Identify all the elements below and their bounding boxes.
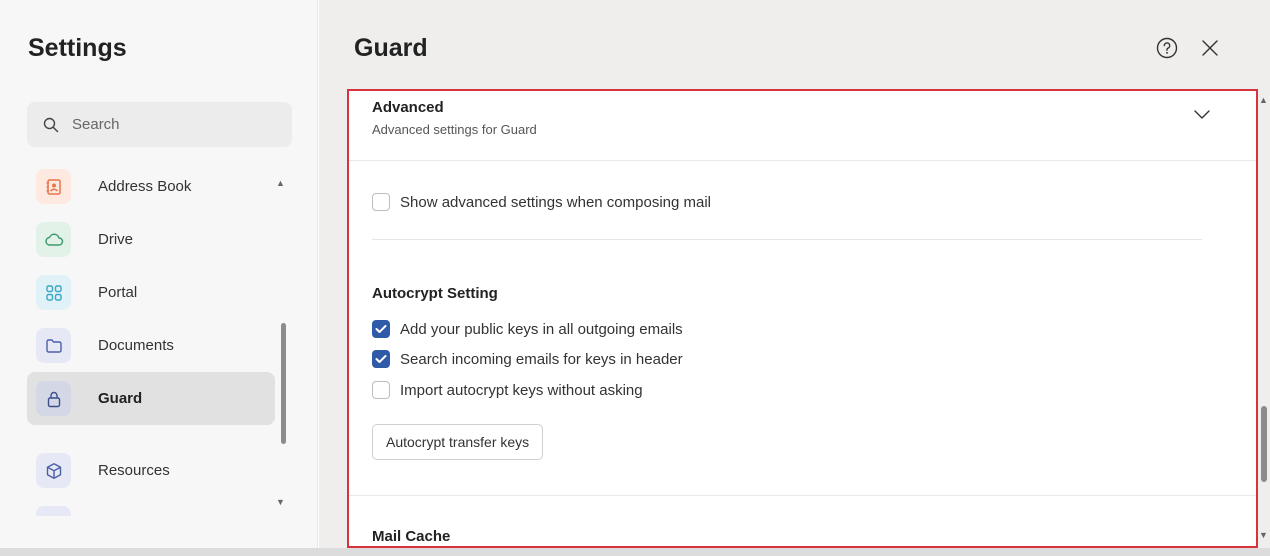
background-window-strip <box>0 548 1270 556</box>
import-autocrypt-keys-checkbox-row[interactable]: Import autocrypt keys without asking <box>372 381 643 399</box>
sidebar-item-label: Address Book <box>98 178 192 195</box>
sidebar-scrollbar-thumb[interactable] <box>281 323 286 444</box>
help-circle-icon <box>1156 37 1178 59</box>
address-book-icon <box>36 169 71 204</box>
sidebar-item-drive[interactable]: Drive <box>27 213 275 266</box>
sidebar-item-documents[interactable]: Documents <box>27 319 275 372</box>
sidebar-item-resources[interactable]: Resources <box>27 444 275 497</box>
close-button[interactable] <box>1200 38 1220 58</box>
section-divider <box>349 495 1256 496</box>
autocrypt-setting-title: Autocrypt Setting <box>372 285 498 302</box>
show-advanced-settings-checkbox[interactable] <box>372 193 390 211</box>
search-icon <box>42 116 60 134</box>
advanced-settings-panel: Advanced Advanced settings for Guard Sho… <box>347 89 1258 548</box>
add-public-keys-checkbox-row[interactable]: Add your public keys in all outgoing ema… <box>372 320 683 338</box>
checkbox-label: Import autocrypt keys without asking <box>400 381 643 399</box>
show-advanced-settings-checkbox-row[interactable]: Show advanced settings when composing ma… <box>372 193 711 211</box>
sidebar-item-guard[interactable]: Guard <box>27 372 275 425</box>
close-icon <box>1202 40 1218 56</box>
sidebar-scroll-down-arrow[interactable]: ▼ <box>276 497 285 507</box>
add-public-keys-checkbox[interactable] <box>372 320 390 338</box>
sidebar-item-label: Documents <box>98 337 174 354</box>
grid-icon <box>36 275 71 310</box>
sidebar-item-address-book[interactable]: Address Book <box>27 160 275 213</box>
main-scrollbar-thumb[interactable] <box>1261 406 1267 482</box>
section-title: Advanced <box>372 99 444 116</box>
sidebar-item-label: Resources <box>98 462 170 479</box>
check-icon <box>375 355 387 363</box>
sidebar-item-label: Guard <box>98 390 143 407</box>
check-icon <box>375 325 387 333</box>
settings-sidebar: Settings Address Book Drive Portal <box>0 0 318 548</box>
sidebar-scroll-up-arrow[interactable]: ▲ <box>276 178 285 188</box>
divider <box>372 239 1202 240</box>
cloud-icon <box>36 222 71 257</box>
cube-icon <box>36 453 71 488</box>
partial-item-icon <box>36 506 71 516</box>
settings-nav-list: Address Book Drive Portal Documents Guar… <box>27 160 275 516</box>
folder-icon <box>36 328 71 363</box>
sidebar-item-label: Drive <box>98 231 134 248</box>
checkbox-label: Search incoming emails for keys in heade… <box>400 350 683 368</box>
autocrypt-transfer-keys-button[interactable]: Autocrypt transfer keys <box>372 424 544 460</box>
search-input[interactable] <box>72 116 272 133</box>
advanced-section-header[interactable]: Advanced Advanced settings for Guard <box>349 91 1256 161</box>
checkbox-label: Add your public keys in all outgoing ema… <box>400 320 683 338</box>
section-subtitle: Advanced settings for Guard <box>372 122 537 137</box>
chevron-down-icon <box>1194 110 1210 119</box>
sidebar-item-portal[interactable]: Portal <box>27 266 275 319</box>
mail-cache-title: Mail Cache <box>372 528 451 545</box>
main-content: Guard Advanced Advanced settings for Gua… <box>319 0 1270 548</box>
search-incoming-keys-checkbox-row[interactable]: Search incoming emails for keys in heade… <box>372 350 683 368</box>
import-autocrypt-keys-checkbox[interactable] <box>372 381 390 399</box>
lock-icon <box>36 381 71 416</box>
help-button[interactable] <box>1156 37 1178 59</box>
main-scroll-up-arrow[interactable]: ▲ <box>1259 95 1268 105</box>
main-scroll-down-arrow[interactable]: ▼ <box>1259 530 1268 540</box>
search-incoming-keys-checkbox[interactable] <box>372 350 390 368</box>
page-title: Guard <box>354 34 428 62</box>
sidebar-item-partial[interactable] <box>27 497 275 516</box>
checkbox-label: Show advanced settings when composing ma… <box>400 193 712 211</box>
sidebar-title: Settings <box>28 34 127 62</box>
search-box[interactable] <box>27 102 292 147</box>
sidebar-item-label: Portal <box>98 284 138 301</box>
